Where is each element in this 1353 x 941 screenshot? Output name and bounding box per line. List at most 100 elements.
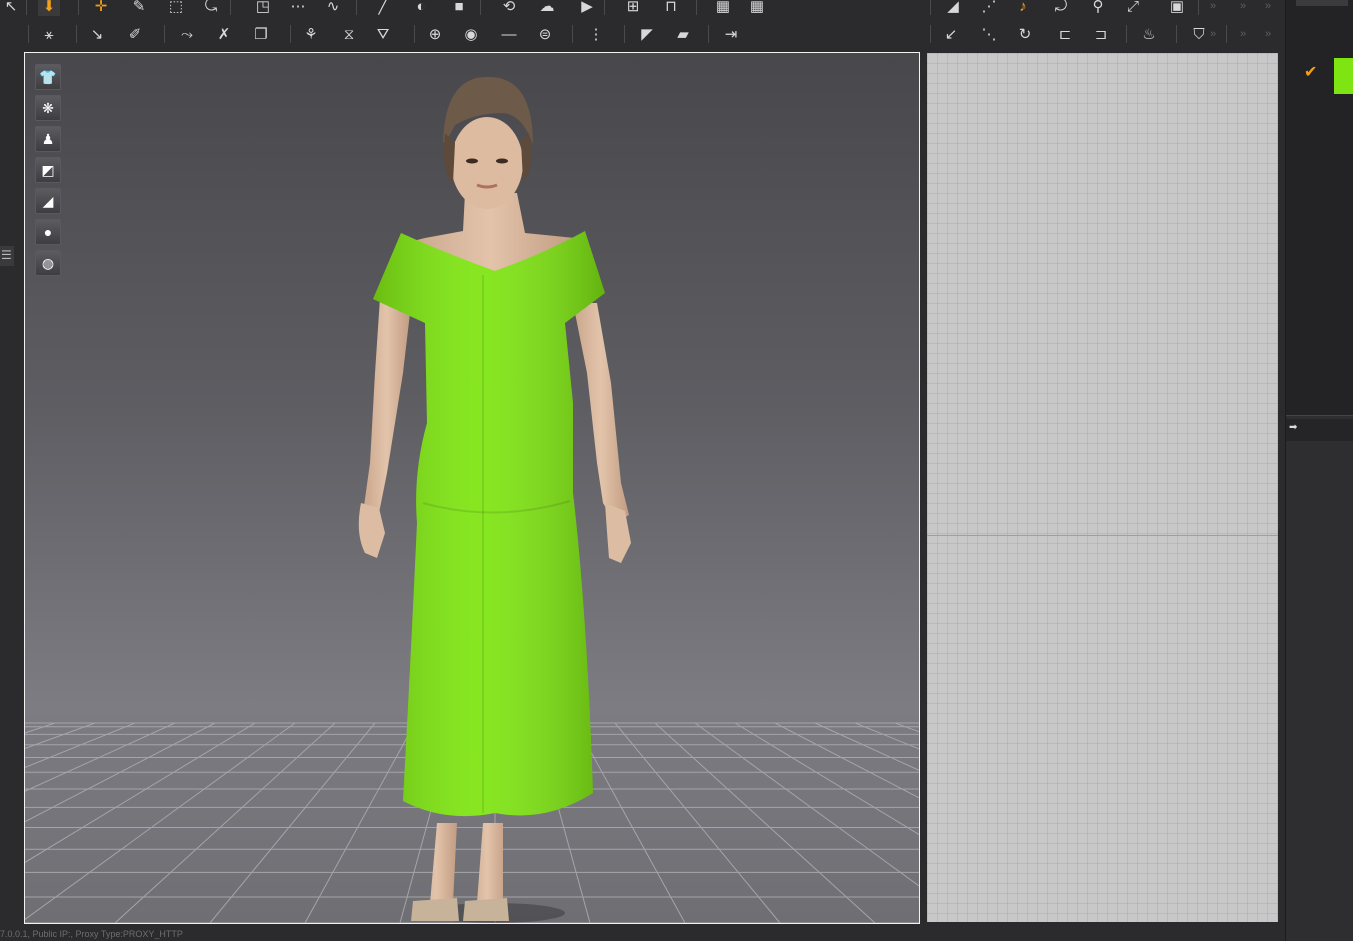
texture-display-icon[interactable]: ❋ bbox=[35, 95, 61, 121]
avatar-skin-icon[interactable]: ● bbox=[35, 219, 61, 245]
mesh-2-icon[interactable]: ▦ bbox=[746, 0, 768, 16]
property-editor-header[interactable]: ➡ bbox=[1286, 419, 1353, 441]
play-icon[interactable]: ▶ bbox=[576, 0, 598, 16]
toolbar-overflow-icon[interactable]: » bbox=[1265, 28, 1271, 40]
button-round-icon[interactable]: ◉ bbox=[460, 24, 482, 44]
add-point-icon[interactable]: ◳ bbox=[252, 0, 274, 16]
line-icon[interactable]: ╱ bbox=[372, 0, 394, 16]
segment-icon[interactable]: ⋯ bbox=[287, 0, 309, 16]
toolbar-separator bbox=[930, 25, 931, 43]
mesh-icon[interactable]: ▦ bbox=[712, 0, 734, 16]
toolbar-overflow-icon[interactable]: » bbox=[1265, 0, 1271, 12]
toolbar-separator bbox=[76, 25, 77, 43]
fabric-color-swatch[interactable] bbox=[1334, 58, 1353, 94]
dart-icon[interactable]: ◐ bbox=[410, 0, 432, 16]
toolbar-overflow-icon[interactable]: » bbox=[1210, 0, 1216, 12]
measure-arrow-icon[interactable]: ⇥ bbox=[720, 24, 742, 44]
arrangement-point-icon[interactable]: ✐ bbox=[124, 24, 146, 44]
fabric-list: ✔ bbox=[1286, 0, 1353, 416]
box-icon[interactable]: ▣ bbox=[1166, 0, 1188, 16]
arrow-right-icon: ➡ bbox=[1289, 422, 1298, 433]
seam-icon[interactable]: ⋰ bbox=[978, 0, 1000, 16]
avatar-scene bbox=[358, 76, 631, 923]
toolbar-overflow-icon[interactable]: » bbox=[1240, 28, 1246, 40]
pattern-sew-icon[interactable]: ↻ bbox=[1014, 24, 1036, 44]
tuck-icon[interactable]: ✗ bbox=[213, 24, 235, 44]
select-arrangement-icon[interactable]: ↘ bbox=[86, 24, 108, 44]
pattern-pin-icon[interactable]: ⊐ bbox=[1090, 24, 1112, 44]
tack-icon[interactable]: ⤾ bbox=[1050, 0, 1072, 16]
2d-pattern-window[interactable] bbox=[927, 53, 1278, 922]
gift-icon[interactable]: ⊓ bbox=[660, 0, 682, 16]
thickness-icon[interactable]: ◢ bbox=[35, 188, 61, 214]
toolbar-overflow-icon[interactable]: » bbox=[1240, 0, 1246, 12]
pattern-select-icon[interactable]: ↙ bbox=[940, 24, 962, 44]
toolbar-separator bbox=[26, 0, 27, 15]
toolbar-separator bbox=[1126, 25, 1127, 43]
toolbar-separator bbox=[230, 0, 231, 15]
zipper-icon[interactable]: ⋮ bbox=[585, 24, 607, 44]
pattern-edit-icon[interactable]: ⊏ bbox=[1054, 24, 1076, 44]
toolbar-separator bbox=[1226, 25, 1227, 43]
cloud-icon[interactable]: ☁ bbox=[536, 0, 558, 16]
toolbar-separator bbox=[28, 25, 29, 43]
free-sew-icon[interactable]: ♪ bbox=[1012, 0, 1034, 16]
pin-icon[interactable]: ⚲ bbox=[1087, 0, 1109, 16]
edit-pattern-icon[interactable]: ✎ bbox=[128, 0, 150, 16]
fold-icon[interactable]: ◢ bbox=[942, 0, 964, 16]
trim-icon[interactable]: ▰ bbox=[672, 24, 694, 44]
toolbar-separator bbox=[572, 25, 573, 43]
toolbar-separator bbox=[356, 0, 357, 15]
shirt-select-icon[interactable]: ⛉ bbox=[1188, 24, 1210, 44]
grid-add-icon[interactable]: ⊞ bbox=[622, 0, 644, 16]
flatten-icon[interactable]: ❐ bbox=[250, 24, 272, 44]
select-mesh-icon[interactable]: ⧖ bbox=[338, 24, 360, 44]
environment-sphere-icon[interactable]: ◍ bbox=[35, 250, 61, 276]
toolbar-separator bbox=[1198, 0, 1199, 15]
toolbar-separator bbox=[414, 25, 415, 43]
back-arrow-icon[interactable]: ↖ bbox=[0, 0, 22, 16]
fill-icon[interactable]: ■ bbox=[448, 0, 470, 16]
shirt-texture-icon[interactable]: ⛛ bbox=[372, 24, 394, 44]
move-cross-icon[interactable]: ✛ bbox=[90, 0, 112, 16]
iron-icon[interactable]: ♨ bbox=[1138, 24, 1160, 44]
pin-avatar-icon[interactable]: ⚘ bbox=[300, 24, 322, 44]
3d-viewport[interactable]: 👕 ❋ ♟ ◩ ◢ ● ◍ bbox=[24, 52, 920, 924]
check-icon[interactable]: ✔ bbox=[1304, 62, 1317, 82]
fabric-surface-icon[interactable]: ◩ bbox=[35, 157, 61, 183]
pattern-center-line bbox=[927, 535, 1278, 536]
status-bar-text: 7.0.0.1, Public IP:, Proxy Type:PROXY_HT… bbox=[0, 929, 183, 939]
lock-icon[interactable]: ⊜ bbox=[534, 24, 556, 44]
transform-icon[interactable]: ⬚ bbox=[165, 0, 187, 16]
viewport-toolbar: 👕 ❋ ♟ ◩ ◢ ● ◍ bbox=[35, 64, 61, 281]
list-icon: ☰ bbox=[1, 248, 12, 262]
avatar-head bbox=[443, 76, 533, 209]
toolbar-separator bbox=[624, 25, 625, 43]
toolbar-separator bbox=[696, 0, 697, 15]
toolbar-separator bbox=[604, 0, 605, 15]
panel-tab[interactable] bbox=[1296, 0, 1348, 6]
avatar-display-icon[interactable]: ♟ bbox=[35, 126, 61, 152]
walk-pose-icon[interactable]: ⚹ bbox=[38, 24, 60, 44]
toolbar-separator bbox=[78, 0, 79, 15]
arrow-down-icon[interactable]: ⬇ bbox=[38, 0, 60, 16]
curve-point-icon[interactable]: ∿ bbox=[322, 0, 344, 16]
toolbar-separator bbox=[480, 0, 481, 15]
toolbar-separator bbox=[164, 25, 165, 43]
fold-arrange-icon[interactable]: ⤳ bbox=[176, 24, 198, 44]
toolbar-separator bbox=[290, 25, 291, 43]
sewing-icon[interactable]: ⟲ bbox=[498, 0, 520, 16]
pattern-seg-icon[interactable]: ⋱ bbox=[978, 24, 1000, 44]
left-panel-toggle[interactable]: ☰ bbox=[0, 246, 14, 266]
toolbar-separator bbox=[708, 25, 709, 43]
object-browser-panel: ✔ ➡ bbox=[1285, 0, 1353, 941]
topstitch-icon[interactable]: — bbox=[498, 24, 520, 44]
toolbar-overflow-icon[interactable]: » bbox=[1210, 28, 1216, 40]
toolbar-separator bbox=[1176, 25, 1177, 43]
measure-icon[interactable]: ⤢ bbox=[1122, 0, 1144, 16]
button-icon[interactable]: ⊕ bbox=[424, 24, 446, 44]
garment-display-icon[interactable]: 👕 bbox=[35, 64, 61, 90]
toolbar-separator bbox=[930, 0, 931, 15]
edit-curve-icon[interactable]: ⤿ bbox=[200, 0, 222, 16]
select-trim-icon[interactable]: ◤ bbox=[636, 24, 658, 44]
